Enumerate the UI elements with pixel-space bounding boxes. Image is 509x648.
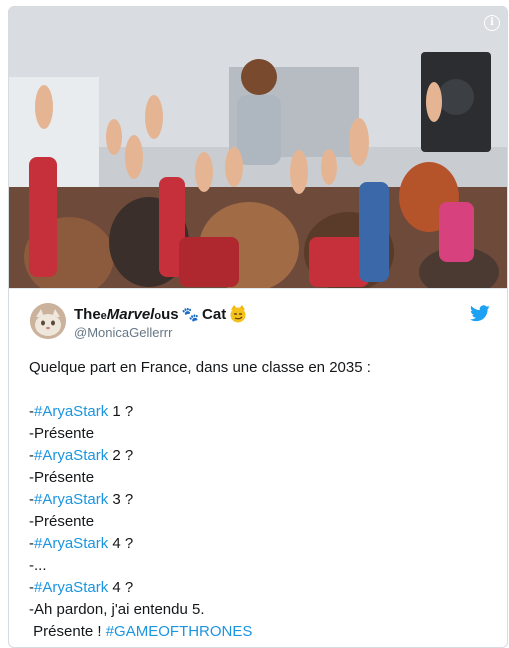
divider <box>9 288 507 289</box>
hashtag-link[interactable]: #AryaStark <box>34 579 108 596</box>
hashtag-link[interactable]: #AryaStark <box>34 535 108 552</box>
tweet-line: -#AryaStark 4 ? <box>29 579 134 596</box>
avatar[interactable] <box>30 303 66 339</box>
hashtag-link[interactable]: #AryaStark <box>34 403 108 420</box>
tweet-line: -... <box>29 557 47 574</box>
tweet-card: i TheeMarvelous 🐾 Cat @MonicaGellerrr Qu… <box>8 6 508 648</box>
display-name[interactable]: TheeMarvelous <box>74 306 179 323</box>
tweet-line: -Ah pardon, j'ai entendu 5. <box>29 601 205 618</box>
display-name-row[interactable]: TheeMarvelous 🐾 Cat <box>74 305 247 323</box>
tweet-line: -#AryaStark 1 ? <box>29 403 134 420</box>
hashtag-link[interactable]: #AryaStark <box>34 447 108 464</box>
display-name-cat[interactable]: Cat <box>202 306 226 323</box>
hashtag-link[interactable]: #GAMEOFTHRONES <box>106 623 253 640</box>
cat-avatar-image <box>30 303 66 339</box>
info-icon[interactable]: i <box>484 15 500 31</box>
user-handle[interactable]: @MonicaGellerrr <box>74 325 172 340</box>
tweet-text: Quelque part en France, dans une classe … <box>29 357 499 643</box>
tweet-line: -#AryaStark 4 ? <box>29 535 134 552</box>
classroom-photo[interactable] <box>9 7 507 288</box>
tweet-line: -Présente <box>29 425 95 442</box>
tweet-line: -#AryaStark 3 ? <box>29 491 134 508</box>
tweet-line: -#AryaStark 2 ? <box>29 447 134 464</box>
paw-icon: 🐾 <box>181 305 200 322</box>
tweet-line: -Présente <box>29 513 95 530</box>
tweet-line: -Présente <box>29 469 95 486</box>
smirking-cat-emoji-icon <box>230 305 246 323</box>
hashtag-link[interactable]: #AryaStark <box>34 491 108 508</box>
tweet-line: Présente ! #GAMEOFTHRONES <box>29 623 253 640</box>
tweet-line: Quelque part en France, dans une classe … <box>29 359 371 376</box>
twitter-bird-icon[interactable] <box>470 305 490 322</box>
